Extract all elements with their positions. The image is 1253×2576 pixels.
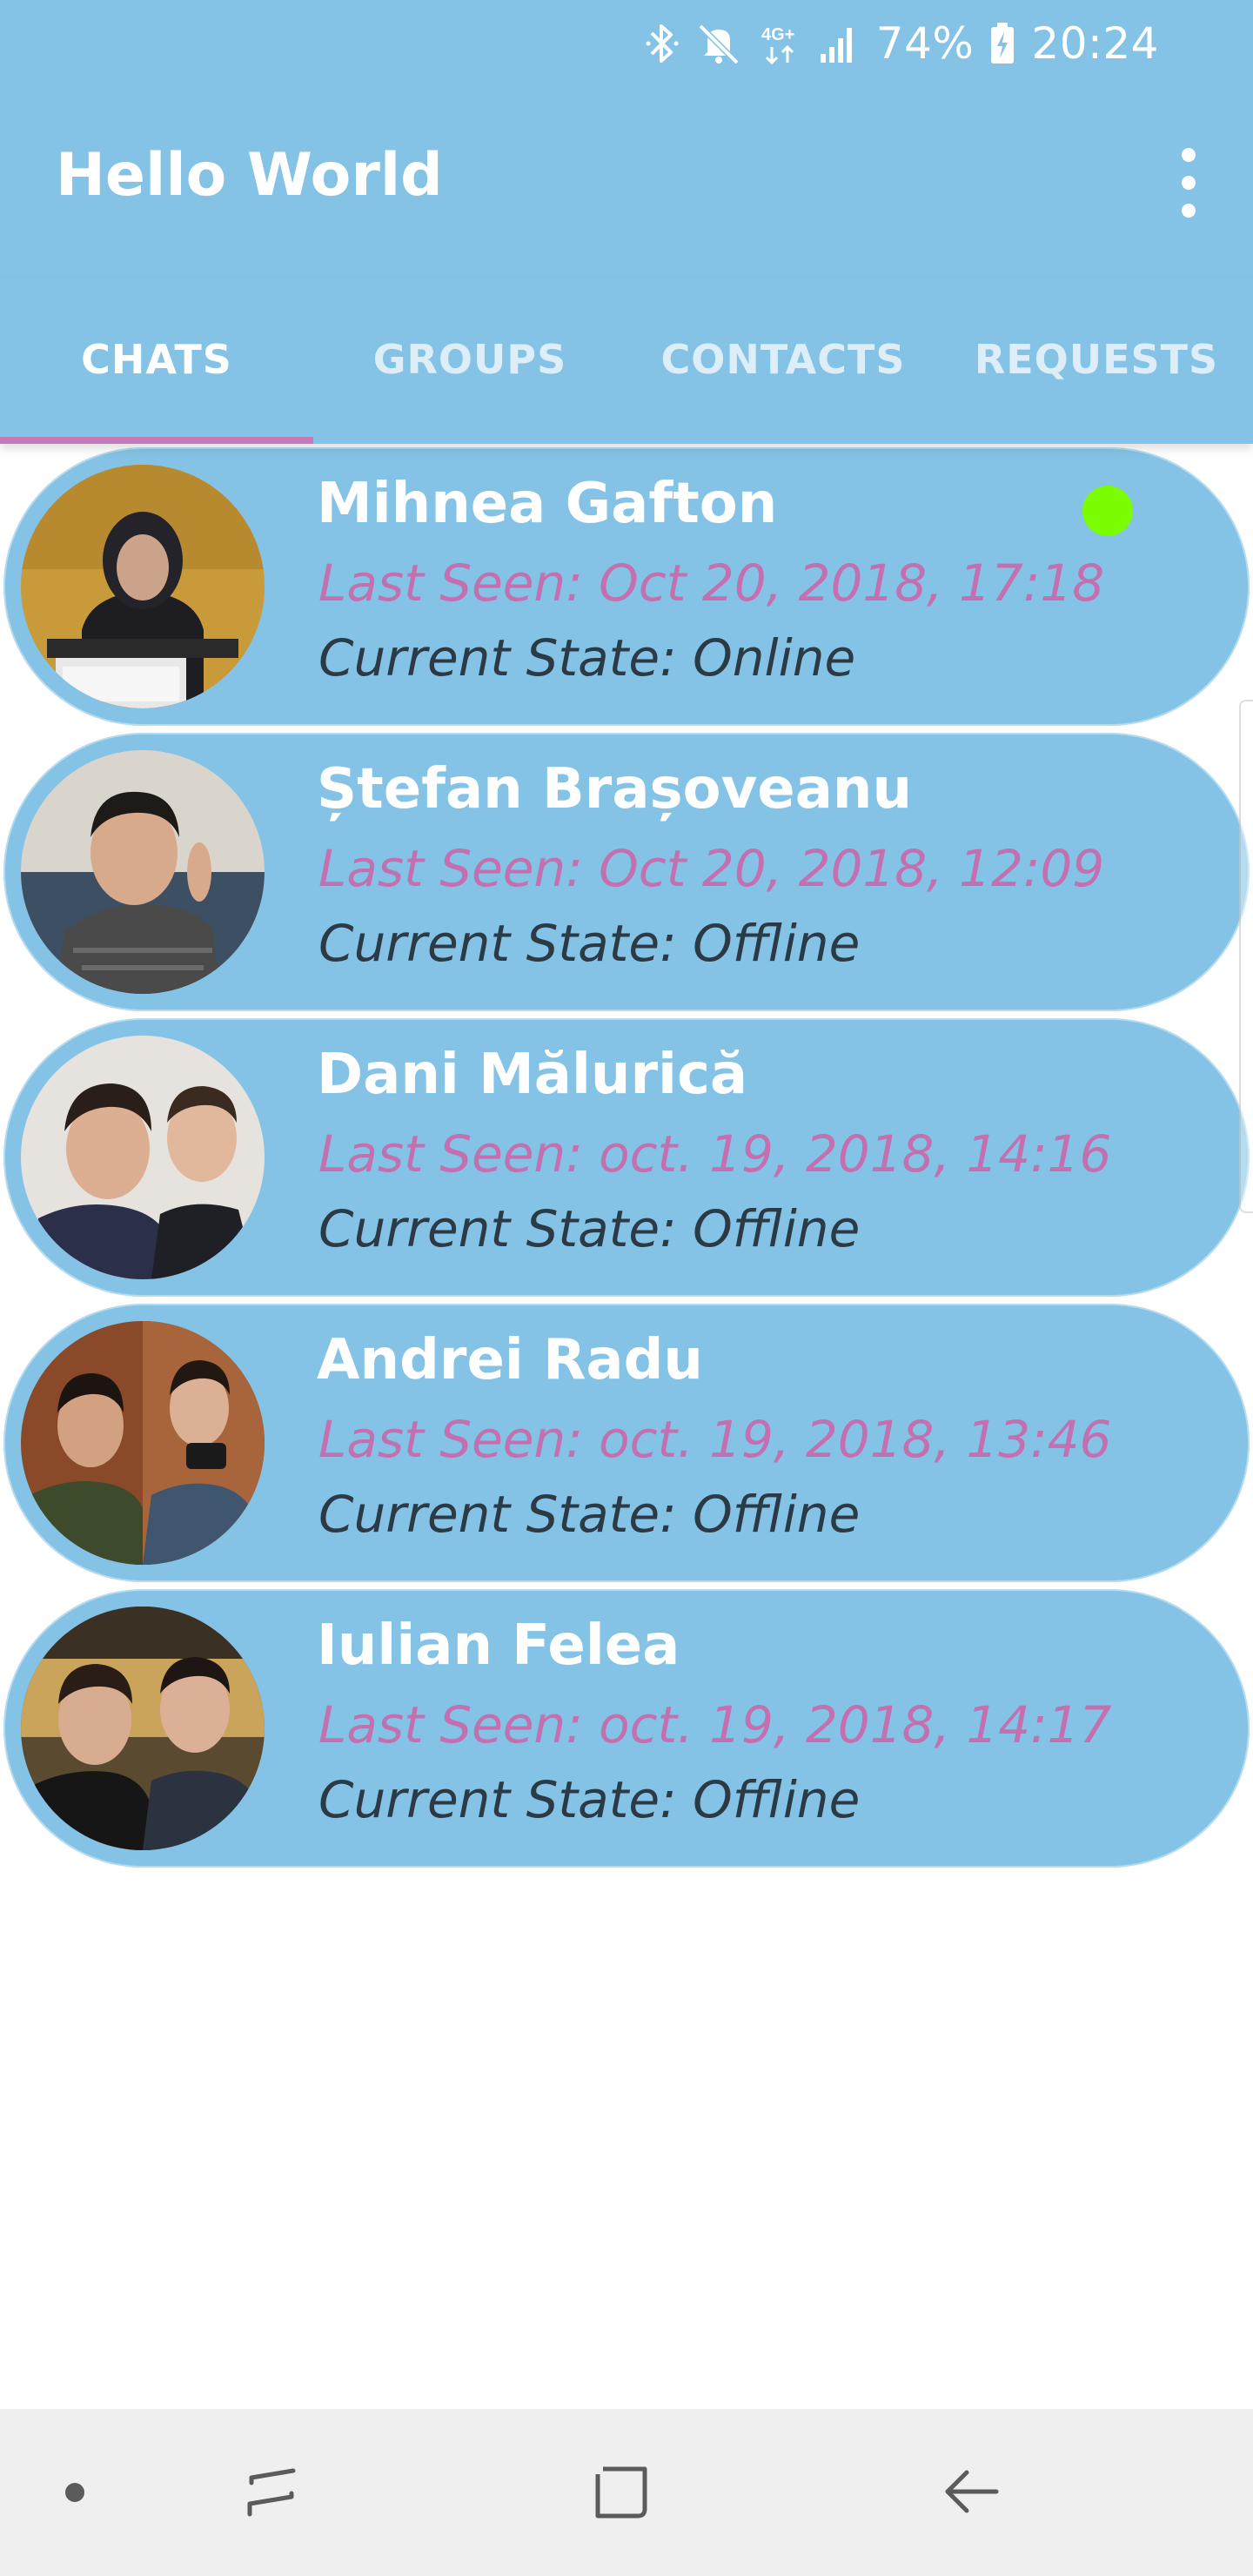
contact-name: Andrei Radu [317,1328,703,1392]
mute-icon [695,21,742,66]
more-vert-icon[interactable] [1163,148,1215,218]
home-icon[interactable] [578,2449,665,2536]
chat-item[interactable]: Ștefan Brașoveanu Last Seen: Oct 20, 201… [3,733,1250,1011]
signal-icon [819,21,861,66]
nav-dot-icon[interactable] [31,2449,118,2536]
menu-dot [1182,148,1196,162]
app-title: Hello World [56,141,443,210]
avatar [21,1607,265,1850]
last-seen: Last Seen: oct. 19, 2018, 13:46 [318,1410,1112,1469]
avatar [21,465,265,708]
network-4g-icon: 4G+ [758,21,803,66]
navigation-bar [0,2409,1253,2576]
nav-dot [65,2483,84,2502]
tab-chats[interactable]: CHATS [0,278,313,444]
svg-text:4G+: 4G+ [761,25,794,44]
avatar [21,1036,265,1279]
chat-item[interactable]: Andrei Radu Last Seen: oct. 19, 2018, 13… [3,1304,1250,1582]
tab-bar: CHATS GROUPS CONTACTS REQUESTS [0,278,1253,444]
bluetooth-icon [645,21,680,66]
menu-dot [1182,176,1196,190]
screen: 4G+ 74% 20:24 Hello World CHATS GROUPS C… [0,0,1253,2576]
tab-contacts[interactable]: CONTACTS [626,278,940,444]
chat-item[interactable]: Dani Mălurică Last Seen: oct. 19, 2018, … [3,1018,1250,1297]
current-state: Current State: Offline [318,1770,861,1829]
recents-icon[interactable] [228,2449,315,2536]
tab-requests[interactable]: REQUESTS [940,278,1253,444]
battery-percentage: 74% [875,18,975,69]
status-bar: 4G+ 74% 20:24 [0,0,1253,87]
contact-name: Ștefan Brașoveanu [317,757,912,822]
menu-dot [1182,204,1196,218]
scrollbar[interactable] [1239,700,1253,1213]
chat-item[interactable]: Iulian Felea Last Seen: oct. 19, 2018, 1… [3,1589,1250,1868]
current-state: Current State: Offline [318,914,861,973]
contact-name: Mihnea Gafton [317,472,778,536]
online-status-dot [1082,486,1133,536]
avatar [21,750,265,994]
contact-name: Dani Mălurică [317,1043,748,1107]
status-icons: 4G+ 74% 20:24 [645,16,1159,71]
last-seen: Last Seen: oct. 19, 2018, 14:17 [318,1695,1112,1754]
app-bar: Hello World [0,87,1253,278]
chat-item[interactable]: Mihnea Gafton Last Seen: Oct 20, 2018, 1… [3,447,1250,726]
current-state: Current State: Offline [318,1485,861,1544]
last-seen: Last Seen: Oct 20, 2018, 12:09 [318,839,1105,898]
clock: 20:24 [1031,18,1159,69]
avatar [21,1321,265,1565]
battery-charging-icon [989,21,1015,66]
back-icon[interactable] [928,2449,1015,2536]
tab-groups[interactable]: GROUPS [313,278,626,444]
last-seen: Last Seen: oct. 19, 2018, 14:16 [318,1124,1112,1184]
current-state: Current State: Online [318,628,856,688]
last-seen: Last Seen: Oct 20, 2018, 17:18 [318,553,1105,613]
contact-name: Iulian Felea [317,1613,680,1678]
current-state: Current State: Offline [318,1199,861,1258]
